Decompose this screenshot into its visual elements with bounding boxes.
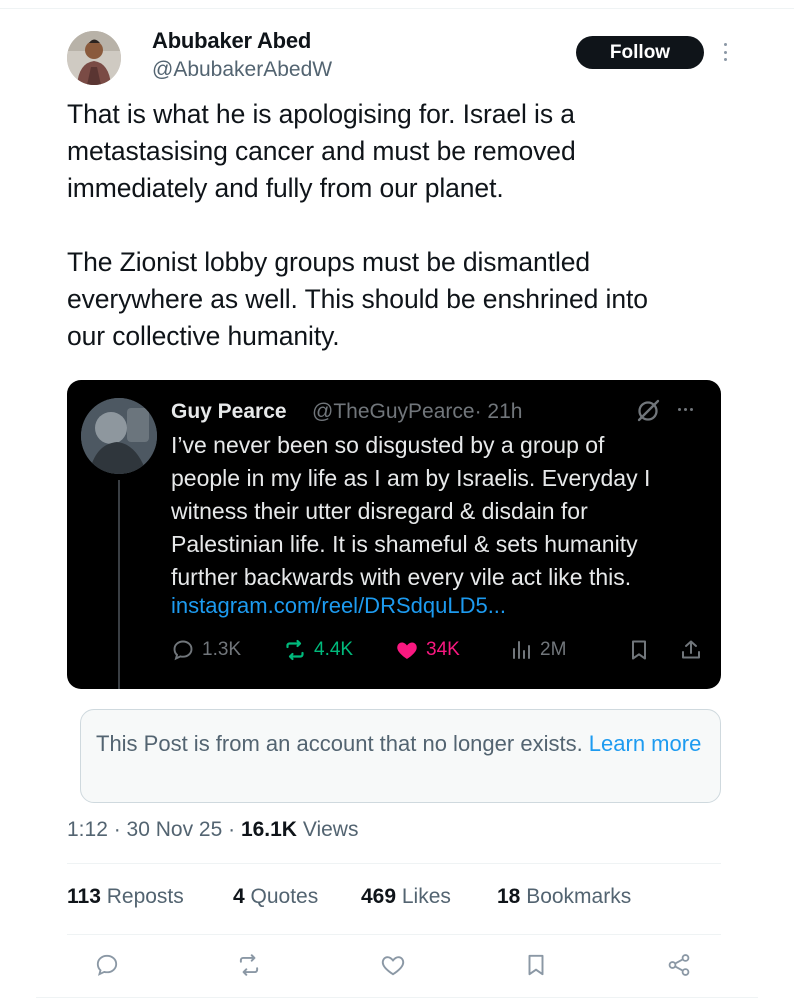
quoted-time: · 21h	[474, 400, 523, 423]
likes-count: 469	[361, 885, 397, 908]
avatar-photo	[67, 31, 121, 85]
quoted-author-name: Guy Pearce	[171, 400, 287, 423]
top-divider	[0, 8, 794, 9]
quoted-more-icon	[678, 408, 693, 411]
reply-icon[interactable]	[94, 952, 122, 980]
like-icon	[397, 642, 417, 659]
author-name[interactable]: Abubaker Abed	[152, 28, 311, 54]
reply-icon	[173, 640, 193, 661]
quoted-line: further backwards with every vile act li…	[171, 564, 632, 590]
bookmarks-count: 18	[497, 885, 521, 908]
reposts-count: 113	[67, 885, 101, 908]
post-line: That is what he is apologising for. Isra…	[67, 99, 575, 129]
post-paragraph-1: That is what he is apologising for. Isra…	[67, 96, 747, 207]
quoted-actions: 1.3K 4.4K 34K 2M	[171, 638, 711, 664]
divider	[67, 863, 721, 864]
quoted-views-count: 2M	[540, 639, 567, 660]
quoted-like: 34K	[395, 638, 460, 662]
like-icon[interactable]	[380, 952, 408, 980]
quoted-line: I’ve never been so disgusted by a group …	[171, 432, 605, 458]
quoted-likes-count: 34K	[426, 639, 460, 660]
reposts-label: Reposts	[100, 885, 184, 908]
grok-icon	[635, 398, 661, 424]
quoted-line: witness their utter disregard & disdain …	[171, 498, 588, 524]
quotes-count: 4	[233, 885, 245, 908]
quoted-replies-count: 1.3K	[202, 639, 242, 660]
quoted-author-handle: @TheGuyPearce· 21h	[312, 400, 522, 424]
reposts-stat[interactable]: 113 Reposts	[67, 885, 184, 909]
quoted-author-avatar	[81, 398, 157, 474]
author-handle[interactable]: @AbubakerAbedW	[152, 58, 332, 82]
likes-stat[interactable]: 469 Likes	[361, 885, 451, 909]
post-line: everywhere as well. This should be enshr…	[67, 284, 648, 314]
bookmarks-stat[interactable]: 18 Bookmarks	[497, 885, 631, 909]
quoted-avatar-photo	[81, 398, 157, 474]
quoted-link: instagram.com/reel/DRSdquLD5...	[171, 593, 507, 618]
share-icon[interactable]	[666, 952, 694, 980]
bookmarks-label: Bookmarks	[520, 885, 632, 908]
repost-icon[interactable]	[236, 952, 264, 980]
views-icon	[513, 641, 530, 659]
divider	[36, 997, 758, 998]
divider	[67, 934, 721, 935]
post-paragraph-2: The Zionist lobby groups must be dismant…	[67, 244, 747, 355]
post-line: our collective humanity.	[67, 321, 340, 351]
post-line: metastasising cancer and must be removed	[67, 136, 576, 166]
author-avatar[interactable]	[67, 31, 121, 85]
thread-line	[118, 480, 120, 689]
quoted-reposts-count: 4.4K	[314, 639, 354, 660]
deleted-account-notice: This Post is from an account that no lon…	[80, 709, 721, 803]
notice-text: This Post is from an account that no lon…	[96, 731, 589, 756]
views-count: 16.1K	[240, 818, 297, 841]
quoted-views: 2M	[509, 638, 566, 662]
quoted-post-image[interactable]: Guy Pearce @TheGuyPearce· 21h I’ve never…	[67, 380, 721, 689]
learn-more-link[interactable]: Learn more	[589, 731, 702, 756]
share-icon	[682, 640, 700, 659]
quoted-line: people in my life as I am by Israelis. E…	[171, 465, 651, 491]
views-label: Views	[296, 818, 359, 841]
quoted-text: I’ve never been so disgusted by a group …	[171, 429, 711, 594]
likes-label: Likes	[396, 885, 451, 908]
quoted-share	[679, 638, 703, 662]
quoted-handle-text: @TheGuyPearce	[312, 400, 475, 423]
post-timestamp[interactable]: 1:12 · 30 Nov 25 ·	[67, 818, 241, 841]
quoted-reply: 1.3K	[171, 638, 241, 662]
repost-icon	[286, 639, 304, 661]
post-actions	[0, 952, 794, 980]
quotes-stat[interactable]: 4 Quotes	[233, 885, 318, 909]
quoted-line: Palestinian life. It is shameful & sets …	[171, 531, 638, 557]
post-meta: 1:12 · 30 Nov 25 · 16.1K Views	[67, 818, 358, 842]
follow-button[interactable]: Follow	[576, 36, 704, 69]
quoted-bookmark	[627, 638, 651, 662]
bookmark-icon	[632, 640, 646, 660]
bookmark-icon[interactable]	[523, 952, 551, 980]
post-line: immediately and fully from our planet.	[67, 173, 504, 203]
post-line: The Zionist lobby groups must be dismant…	[67, 247, 591, 277]
quoted-repost: 4.4K	[283, 638, 353, 662]
more-icon[interactable]	[716, 40, 734, 64]
quotes-label: Quotes	[244, 885, 319, 908]
